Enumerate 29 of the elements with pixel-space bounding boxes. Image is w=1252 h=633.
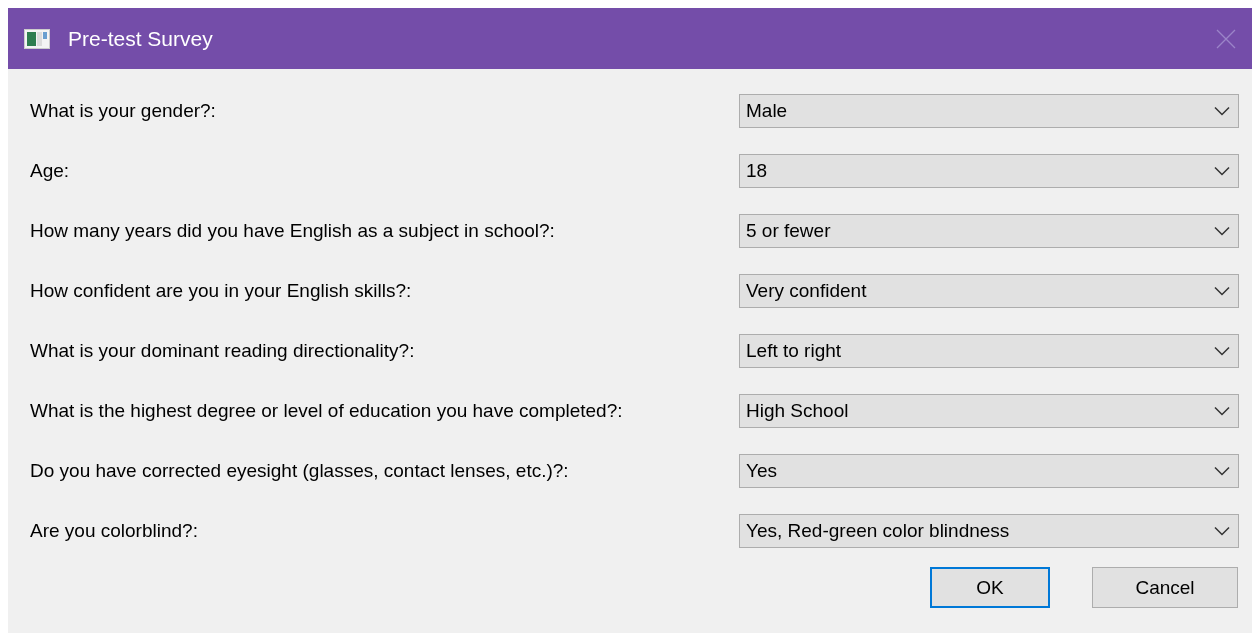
- chevron-down-icon: [1214, 406, 1230, 416]
- chevron-down-icon: [1214, 226, 1230, 236]
- ok-button[interactable]: OK: [930, 567, 1050, 608]
- question-label: What is the highest degree or level of education you have completed?:: [29, 400, 624, 422]
- chevron-down-icon: [1214, 466, 1230, 476]
- dropdown[interactable]: 5 or fewer: [739, 214, 1239, 248]
- window-icon: [24, 28, 50, 49]
- question-label: How many years did you have English as a subject in school?:: [29, 220, 556, 242]
- cancel-button[interactable]: Cancel: [1092, 567, 1238, 608]
- dropdown[interactable]: High School: [739, 394, 1239, 428]
- question-label: Age:: [29, 160, 71, 182]
- chevron-down-icon: [1214, 526, 1230, 536]
- chevron-down-icon: [1214, 286, 1230, 296]
- dropdown[interactable]: Very confident: [739, 274, 1239, 308]
- dropdown[interactable]: Left to right: [739, 334, 1239, 368]
- chevron-down-icon: [1214, 106, 1230, 116]
- dropdown[interactable]: Yes: [739, 454, 1239, 488]
- chevron-down-icon: [1214, 166, 1230, 176]
- window-title: Pre-test Survey: [68, 26, 214, 51]
- dropdown[interactable]: Male: [739, 94, 1239, 128]
- dropdown[interactable]: 18: [739, 154, 1239, 188]
- question-label: How confident are you in your English skills?:: [29, 280, 413, 302]
- close-icon[interactable]: [1216, 28, 1236, 49]
- question-label: What is your gender?:: [29, 100, 217, 122]
- question-label: What is your dominant reading directionality?:: [29, 340, 416, 362]
- question-label: Are you colorblind?:: [29, 520, 199, 542]
- chevron-down-icon: [1214, 346, 1230, 356]
- question-label: Do you have corrected eyesight (glasses, contact lenses, etc.)?:: [29, 460, 570, 482]
- dropdown[interactable]: Yes, Red-green color blindness: [739, 514, 1239, 548]
